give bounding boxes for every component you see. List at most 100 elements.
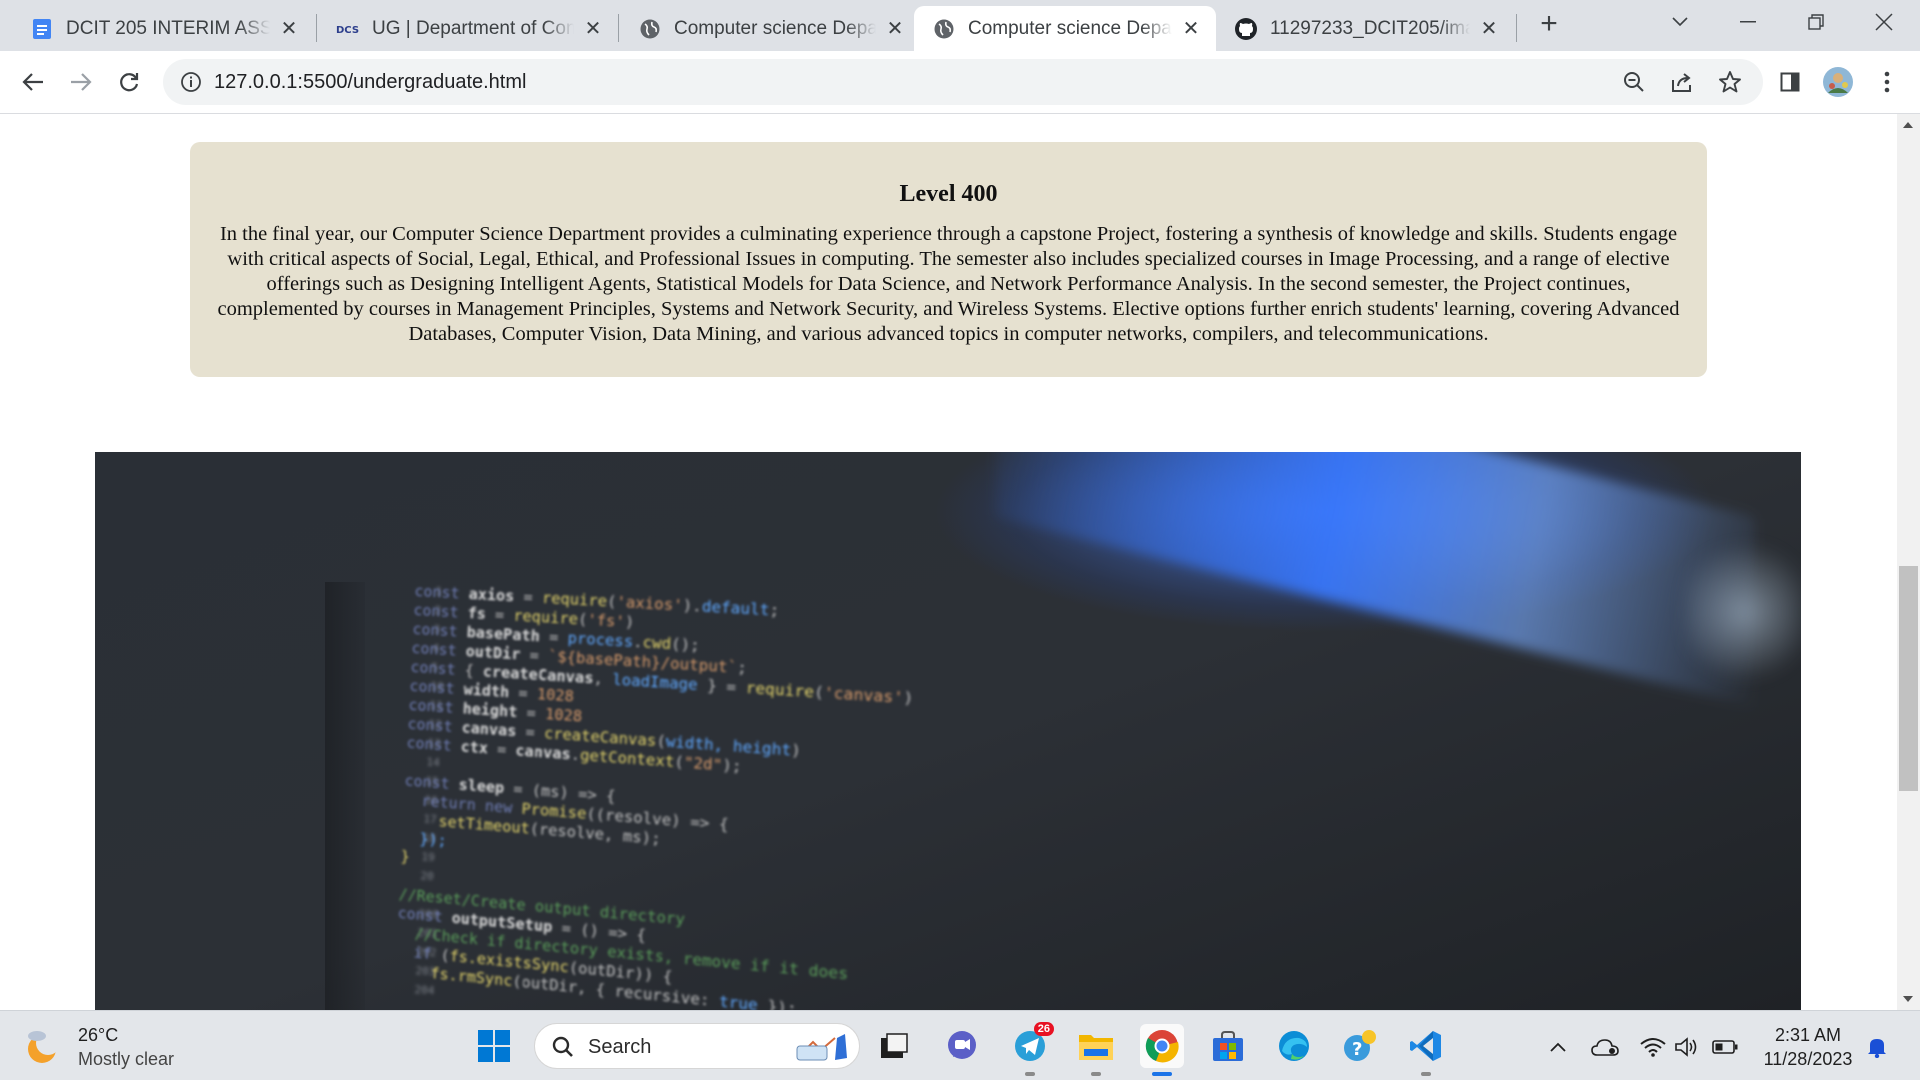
code-token: }); bbox=[401, 828, 447, 850]
running-indicator bbox=[1091, 1072, 1101, 1076]
chat-app-icon[interactable] bbox=[940, 1024, 984, 1068]
close-icon[interactable]: ✕ bbox=[278, 18, 300, 40]
tab-ug-department[interactable]: DCS UG | Department of Computer Science … bbox=[318, 6, 618, 51]
tray-overflow-chevron-icon[interactable] bbox=[1543, 1033, 1573, 1061]
page-scrollbar[interactable] bbox=[1897, 114, 1920, 1010]
code-token: ) bbox=[624, 613, 634, 632]
light-beam-decoration bbox=[995, 452, 1755, 707]
level-400-card: Level 400 In the final year, our Compute… bbox=[190, 142, 1707, 377]
notification-badge: 26 bbox=[1034, 1022, 1054, 1036]
reload-icon[interactable] bbox=[112, 65, 146, 99]
notification-bell-icon[interactable] bbox=[1862, 1033, 1892, 1061]
browser-toolbar: 127.0.0.1:5500/undergraduate.html bbox=[0, 51, 1920, 114]
code-snippet: const axios = require('axios').default; c… bbox=[394, 582, 918, 1010]
side-panel-icon[interactable] bbox=[1773, 65, 1807, 99]
windows-taskbar: 26°C Mostly clear Search 26 ? 2:31 AM 11… bbox=[0, 1010, 1920, 1080]
share-icon[interactable] bbox=[1665, 65, 1699, 99]
onedrive-cloud-icon[interactable] bbox=[1590, 1033, 1620, 1061]
search-icon bbox=[551, 1035, 575, 1064]
glow-decoration bbox=[1685, 532, 1801, 692]
taskbar-search[interactable]: Search bbox=[534, 1023, 860, 1069]
tab-title: DCIT 205 INTERIM ASSESSMENT bbox=[66, 18, 270, 40]
tab-search-chevron-icon[interactable] bbox=[1652, 0, 1708, 44]
running-indicator bbox=[1152, 1072, 1172, 1076]
new-tab-button[interactable]: + bbox=[1534, 10, 1564, 40]
svg-text:DCS: DCS bbox=[336, 25, 359, 36]
address-bar[interactable]: 127.0.0.1:5500/undergraduate.html bbox=[163, 59, 1763, 105]
wifi-icon[interactable] bbox=[1638, 1033, 1668, 1061]
weather-temp: 26°C bbox=[78, 1023, 174, 1047]
profile-avatar[interactable] bbox=[1821, 65, 1855, 99]
level-title: Level 400 bbox=[190, 181, 1707, 208]
code-token: const bbox=[410, 658, 465, 679]
back-arrow-icon[interactable] bbox=[16, 65, 50, 99]
code-token: "2d" bbox=[683, 753, 722, 774]
svg-text:?: ? bbox=[1352, 1039, 1362, 1060]
close-window-icon[interactable] bbox=[1856, 0, 1912, 44]
code-token: , bbox=[593, 669, 613, 689]
clock-date: 11/28/2023 bbox=[1756, 1047, 1860, 1071]
code-token: require bbox=[745, 679, 814, 702]
forward-arrow-icon[interactable] bbox=[64, 65, 98, 99]
file-explorer-icon[interactable] bbox=[1074, 1024, 1118, 1068]
code-token: 'fs' bbox=[587, 611, 625, 631]
code-token: ). bbox=[682, 596, 702, 616]
vscode-icon[interactable] bbox=[1404, 1024, 1448, 1068]
tab-github-images[interactable]: 11297233_DCIT205/images ✕ bbox=[1216, 6, 1514, 51]
weather-widget[interactable]: 26°C Mostly clear bbox=[22, 1023, 174, 1071]
zoom-icon[interactable] bbox=[1617, 65, 1651, 99]
code-token: = bbox=[526, 704, 545, 723]
close-icon[interactable]: ✕ bbox=[884, 18, 906, 40]
telegram-icon[interactable]: 26 bbox=[1008, 1024, 1052, 1068]
code-token: default bbox=[701, 597, 770, 619]
minimize-icon[interactable] bbox=[1720, 0, 1776, 44]
search-label: Search bbox=[588, 1036, 651, 1059]
code-token: 'canvas' bbox=[823, 683, 904, 707]
volume-icon[interactable] bbox=[1672, 1033, 1702, 1061]
tab-cs-department-active[interactable]: Computer science Department ✕ bbox=[914, 6, 1216, 51]
tab-dcit205-assessment[interactable]: DCIT 205 INTERIM ASSESSMENT ✕ bbox=[12, 6, 314, 51]
code-token: = bbox=[513, 780, 532, 800]
scroll-thumb[interactable] bbox=[1899, 566, 1918, 791]
code-token: 1028 bbox=[545, 705, 583, 726]
task-view-icon[interactable] bbox=[872, 1024, 916, 1068]
restore-icon[interactable] bbox=[1788, 0, 1844, 44]
close-icon[interactable]: ✕ bbox=[582, 18, 604, 40]
more-menu-icon[interactable] bbox=[1870, 65, 1904, 99]
code-token: { bbox=[464, 661, 483, 680]
edge-icon[interactable] bbox=[1272, 1024, 1316, 1068]
docs-icon bbox=[30, 17, 54, 41]
scroll-down-arrow-icon[interactable] bbox=[1903, 996, 1913, 1002]
close-icon[interactable]: ✕ bbox=[1478, 18, 1500, 40]
tab-cs-department-1[interactable]: Computer science Department ✕ bbox=[620, 6, 920, 51]
globe-icon bbox=[932, 17, 956, 41]
code-token: 1028 bbox=[536, 685, 574, 706]
scroll-up-arrow-icon[interactable] bbox=[1903, 122, 1913, 128]
code-token: ) bbox=[903, 688, 914, 708]
site-info-icon[interactable] bbox=[179, 70, 203, 94]
code-token: const bbox=[411, 639, 466, 660]
ug-dcs-icon: DCS bbox=[336, 17, 360, 41]
github-icon bbox=[1234, 17, 1258, 41]
close-icon[interactable]: ✕ bbox=[1180, 18, 1202, 40]
chrome-icon[interactable] bbox=[1140, 1024, 1184, 1068]
running-indicator bbox=[1421, 1072, 1431, 1076]
code-token: const bbox=[414, 582, 469, 603]
level-description: In the final year, our Computer Science … bbox=[212, 222, 1685, 347]
system-clock[interactable]: 2:31 AM 11/28/2023 bbox=[1756, 1023, 1860, 1071]
code-token: = bbox=[523, 588, 542, 607]
code-token: = bbox=[525, 723, 544, 742]
bookmark-star-icon[interactable] bbox=[1713, 65, 1747, 99]
code-token: = bbox=[529, 646, 548, 665]
search-highlight-icon bbox=[795, 1032, 851, 1067]
code-token: ; bbox=[769, 601, 780, 620]
url-text[interactable]: 127.0.0.1:5500/undergraduate.html bbox=[214, 71, 526, 94]
code-token: (); bbox=[671, 635, 701, 655]
get-help-icon[interactable]: ? bbox=[1338, 1024, 1382, 1068]
microsoft-store-icon[interactable] bbox=[1206, 1024, 1250, 1068]
windows-start-icon[interactable] bbox=[472, 1024, 516, 1068]
clock-time: 2:31 AM bbox=[1756, 1023, 1860, 1047]
page-viewport: Level 400 In the final year, our Compute… bbox=[0, 114, 1897, 1010]
battery-icon[interactable] bbox=[1710, 1033, 1740, 1061]
code-token: const bbox=[413, 601, 468, 622]
